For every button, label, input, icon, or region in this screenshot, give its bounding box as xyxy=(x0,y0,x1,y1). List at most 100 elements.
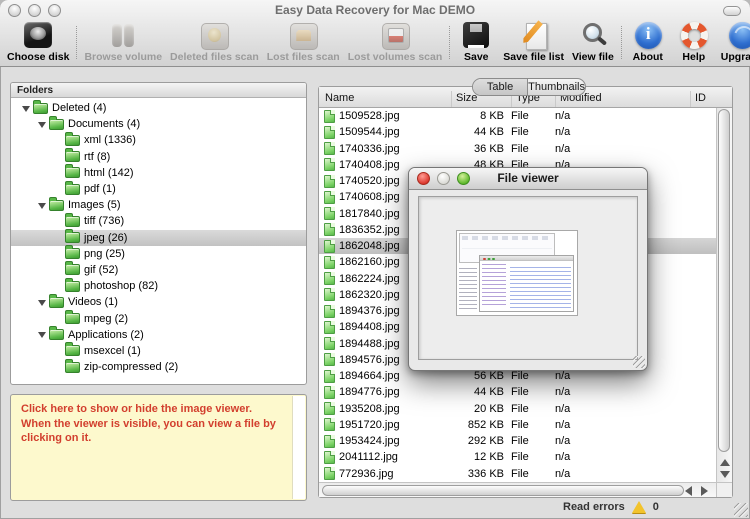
file-icon xyxy=(324,467,335,481)
file-viewer-title: File viewer xyxy=(497,171,559,185)
file-modified: n/a xyxy=(555,126,571,139)
file-icon xyxy=(324,418,335,432)
table-row[interactable]: 1894776.jpg 44 KB File n/a xyxy=(319,384,716,400)
vertical-scrollbar[interactable] xyxy=(716,108,732,482)
folder-tree-item[interactable]: rtf (8) xyxy=(11,148,306,165)
folder-tree-item[interactable]: gif (52) xyxy=(11,261,306,278)
scroll-left-arrow-icon[interactable] xyxy=(685,486,692,496)
table-row[interactable]: 1953424.jpg 292 KB File n/a xyxy=(319,433,716,449)
column-header-name[interactable]: Name xyxy=(319,91,451,107)
toolbar-button[interactable]: Save file list xyxy=(499,21,568,63)
file-size: 8 KB xyxy=(480,110,504,123)
toolbar-button[interactable]: Help xyxy=(671,21,717,63)
file-icon xyxy=(324,288,335,302)
disclosure-triangle-icon[interactable] xyxy=(37,119,48,130)
file-icon xyxy=(324,207,335,221)
folder-tree-item[interactable]: html (142) xyxy=(11,164,306,181)
toolbar-button[interactable]: Lost files scan xyxy=(263,21,344,63)
toolbar-separator xyxy=(76,26,78,59)
file-name: 1509528.jpg xyxy=(339,110,400,123)
file-viewer-titlebar[interactable]: File viewer xyxy=(409,168,647,190)
horizontal-scrollbar-thumb[interactable] xyxy=(322,484,684,496)
scroll-up-arrow-icon[interactable] xyxy=(720,459,730,466)
note-scrollbar-track[interactable] xyxy=(292,396,305,499)
tab-table[interactable]: Table xyxy=(473,79,529,95)
table-row[interactable]: 1935208.jpg 20 KB File n/a xyxy=(319,401,716,417)
file-type: File xyxy=(511,110,529,123)
disclosure-triangle-icon[interactable] xyxy=(21,103,32,114)
folder-icon xyxy=(49,293,64,308)
read-errors-label: Read errors xyxy=(563,501,625,513)
scroll-down-arrow-icon[interactable] xyxy=(720,471,730,478)
file-name: 1894664.jpg xyxy=(339,370,400,383)
folder-icon xyxy=(65,277,80,292)
toolbar-button-label: Help xyxy=(682,51,706,63)
horizontal-scrollbar[interactable] xyxy=(319,482,716,497)
folder-icon xyxy=(65,229,80,244)
table-row[interactable]: 772936.jpg 336 KB File n/a xyxy=(319,466,716,482)
folder-icon xyxy=(65,261,80,276)
toolbar-button[interactable]: Upgrade xyxy=(717,21,750,63)
file-icon xyxy=(324,223,335,237)
folder-tree-item[interactable]: tiff (736) xyxy=(11,212,306,229)
file-name: 2041112.jpg xyxy=(339,451,398,464)
file-type: File xyxy=(511,142,529,155)
titlebar[interactable]: Easy Data Recovery for Mac DEMO xyxy=(0,0,750,20)
folder-tree-item[interactable]: Images (5) xyxy=(11,196,306,213)
disclosure-triangle-icon[interactable] xyxy=(37,200,48,211)
folder-label: html (142) xyxy=(84,166,134,179)
table-row[interactable]: 2041112.jpg 12 KB File n/a xyxy=(319,449,716,465)
folder-tree-item[interactable]: mpeg (2) xyxy=(11,310,306,326)
file-size: 20 KB xyxy=(474,402,504,415)
vertical-scrollbar-thumb[interactable] xyxy=(718,109,730,452)
folder-tree-item[interactable]: Documents (4) xyxy=(11,115,306,132)
toolbar-button-label: Choose disk xyxy=(7,51,70,63)
folder-label: jpeg (26) xyxy=(84,231,128,244)
toolbar-toggle-pill[interactable] xyxy=(723,6,741,16)
folder-tree-item[interactable]: xml (1336) xyxy=(11,131,306,148)
file-icon xyxy=(324,272,335,286)
viewer-toggle-note-panel[interactable]: Click here to show or hide the image vie… xyxy=(10,394,307,501)
file-size: 852 KB xyxy=(467,418,504,431)
toolbar-button[interactable]: View file xyxy=(568,21,618,63)
column-header-id[interactable]: ID xyxy=(690,91,732,107)
file-name: 1740520.jpg xyxy=(339,175,400,188)
file-name: 1740336.jpg xyxy=(339,142,400,155)
toolbar-group: Save Save file list View file xyxy=(453,21,618,63)
toolbar-button[interactable]: Save xyxy=(453,21,499,63)
file-modified: n/a xyxy=(555,467,571,480)
file-modified: n/a xyxy=(555,435,571,448)
file-icon xyxy=(324,109,335,123)
file-name: 1951720.jpg xyxy=(339,418,400,431)
folder-tree-item[interactable]: Applications (2) xyxy=(11,326,306,343)
toolbar-button[interactable]: Lost volumes scan xyxy=(344,21,447,63)
floppy-disk-icon xyxy=(457,21,495,50)
disclosure-triangle-icon[interactable] xyxy=(37,297,48,308)
file-viewer-window[interactable]: File viewer xyxy=(408,167,648,371)
folder-tree-item[interactable]: zip-compressed (2) xyxy=(11,358,306,375)
window-resize-grip[interactable] xyxy=(734,503,748,517)
thumbnail-window-b xyxy=(479,255,574,312)
scroll-right-arrow-icon[interactable] xyxy=(701,486,708,496)
toolbar-button[interactable]: Browse volume xyxy=(80,21,166,63)
folder-tree-item[interactable]: msexcel (1) xyxy=(11,342,306,359)
file-viewer-resize-grip[interactable] xyxy=(633,356,645,368)
folder-tree-item[interactable]: jpeg (26) xyxy=(11,229,306,246)
folder-tree-item[interactable]: Videos (1) xyxy=(11,293,306,310)
table-row[interactable]: 1509528.jpg 8 KB File n/a xyxy=(319,108,716,124)
file-name: 1894488.jpg xyxy=(339,337,400,350)
table-row[interactable]: 1509544.jpg 44 KB File n/a xyxy=(319,124,716,140)
file-name: 1817840.jpg xyxy=(339,207,400,220)
toolbar-button[interactable]: Choose disk xyxy=(3,21,73,63)
table-row[interactable]: 1951720.jpg 852 KB File n/a xyxy=(319,417,716,433)
toolbar-button[interactable]: About xyxy=(625,21,671,63)
tab-thumbnails[interactable]: Thumbnails xyxy=(528,79,585,95)
app-window: Easy Data Recovery for Mac DEMO Choose d… xyxy=(0,0,750,519)
folder-tree-item[interactable]: Deleted (4) xyxy=(11,99,306,116)
disclosure-triangle-icon[interactable] xyxy=(37,329,48,340)
table-row[interactable]: 1740336.jpg 36 KB File n/a xyxy=(319,141,716,157)
folder-tree-item[interactable]: png (25) xyxy=(11,245,306,262)
toolbar-button[interactable]: Deleted files scan xyxy=(166,21,263,63)
folder-tree-item[interactable]: pdf (1) xyxy=(11,180,306,197)
folder-tree-item[interactable]: photoshop (82) xyxy=(11,277,306,294)
